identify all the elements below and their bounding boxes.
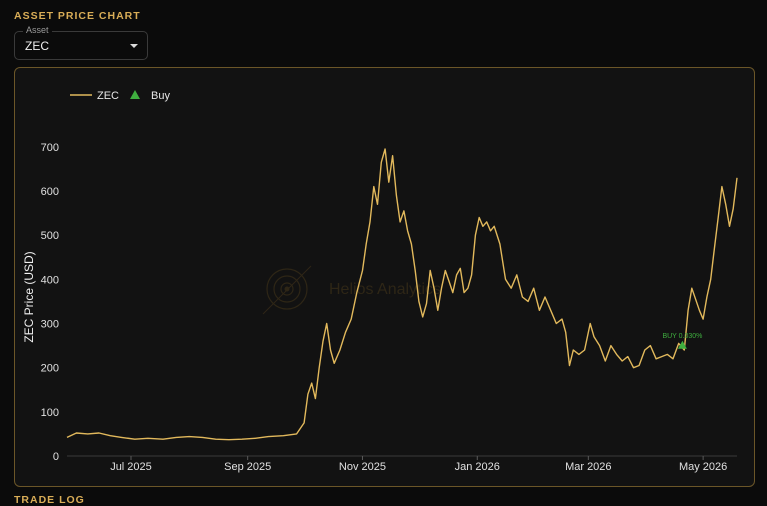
asset-select-value: ZEC xyxy=(25,39,49,53)
x-tick-label: Nov 2025 xyxy=(339,461,386,473)
y-tick-label: 700 xyxy=(41,142,59,154)
y-tick-label: 0 xyxy=(53,451,59,463)
y-tick-label: 200 xyxy=(41,363,59,375)
legend-label-buy: Buy xyxy=(151,90,170,102)
x-tick-label: Jan 2026 xyxy=(455,461,500,473)
watermark: Helios Analytics xyxy=(262,265,441,315)
price-chart: Helios Analytics 0 100 200 300 400 500 600 700 J… xyxy=(22,90,738,473)
asset-select-label: Asset xyxy=(23,25,52,35)
x-tick-label: Mar 2026 xyxy=(565,461,611,473)
y-tick-label: 400 xyxy=(41,274,59,286)
watermark-text: Helios Analytics xyxy=(329,281,441,298)
x-tick-label: Jul 2025 xyxy=(110,461,152,473)
x-tick-label: May 2026 xyxy=(679,461,727,473)
chevron-down-icon xyxy=(130,44,138,48)
legend-label-zec: ZEC xyxy=(97,90,119,102)
legend-buy-triangle-icon xyxy=(130,90,140,99)
chart-card: Helios Analytics 0 100 200 300 400 500 600 700 J… xyxy=(14,67,755,487)
y-tick-label: 500 xyxy=(41,230,59,242)
y-tick-label: 100 xyxy=(41,407,59,419)
buy-marker-label: BUY 0.030% xyxy=(662,333,702,340)
page-title: ASSET PRICE CHART xyxy=(14,10,141,22)
y-tick-label: 300 xyxy=(41,319,59,331)
x-tick-label: Sep 2025 xyxy=(224,461,271,473)
y-axis-label: ZEC Price (USD) xyxy=(22,251,36,342)
trade-log-title: TRADE LOG xyxy=(14,494,85,506)
asset-select[interactable]: Asset ZEC xyxy=(14,25,148,60)
sun-logo-icon xyxy=(262,265,312,315)
y-tick-label: 600 xyxy=(41,186,59,198)
